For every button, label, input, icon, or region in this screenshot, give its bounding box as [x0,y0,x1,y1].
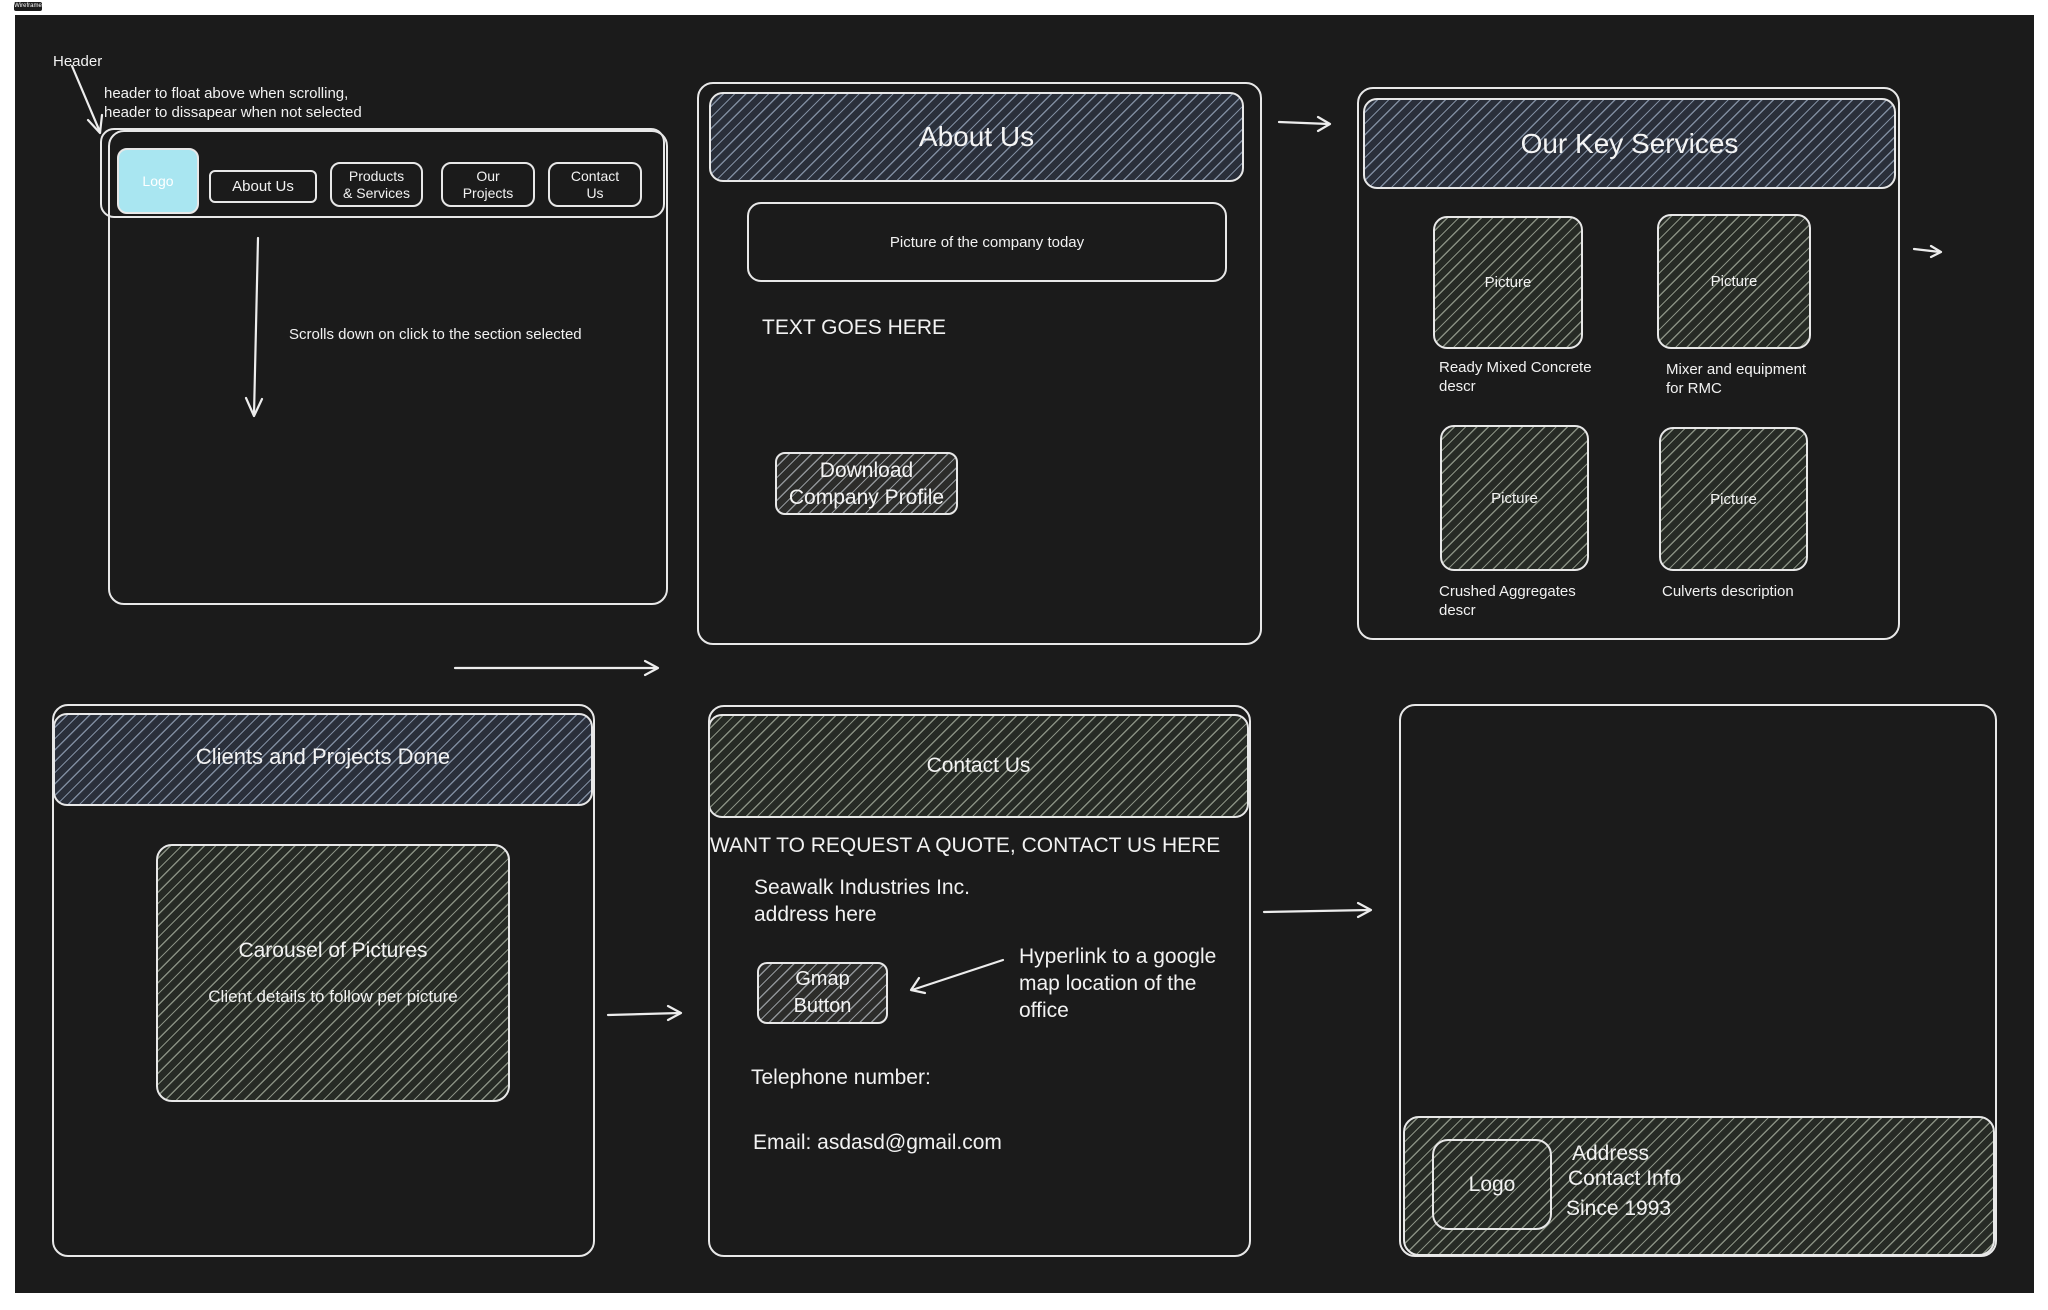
clients-to-contact-arrow [606,1004,683,1022]
header-pointer-arrow [70,64,104,135]
header-to-about-arrow [453,659,660,677]
scroll-down-arrow [244,236,264,418]
services-next-arrow [1912,244,1943,259]
about-to-services-arrow [1277,115,1332,133]
flow-arrows [70,64,1943,1022]
hyperlink-pointer-arrow [909,958,1005,995]
contact-to-footer-arrow [1262,901,1373,919]
